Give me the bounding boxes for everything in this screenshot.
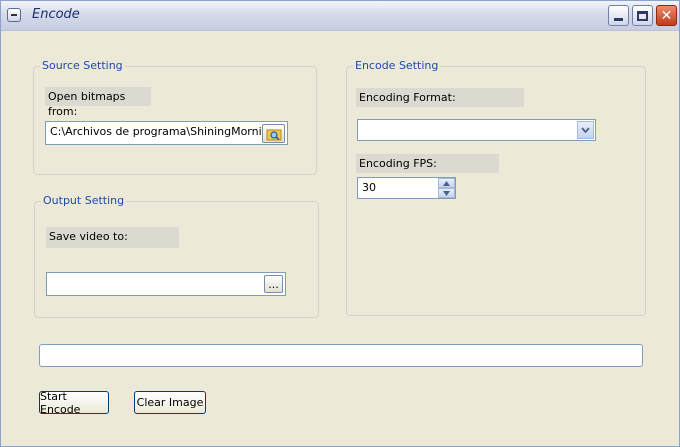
encoding-fps-label: Encoding FPS: [356,154,499,173]
app-icon[interactable] [7,8,21,22]
clear-image-button[interactable]: Clear Image [134,391,206,414]
maximize-icon [637,10,648,21]
folder-search-icon [266,129,281,140]
window-title: Encode [32,7,80,22]
encoding-fps-value: 30 [362,181,376,194]
encoding-format-dropdown-button[interactable] [577,121,594,139]
maximize-button[interactable] [632,5,653,26]
minimize-icon [614,18,623,21]
source-setting-legend: Source Setting [40,59,125,72]
browse-output-button[interactable]: ... [264,275,283,293]
output-setting-legend: Output Setting [41,194,127,207]
clear-image-label: Clear Image [136,396,204,409]
encode-window: Encode ✕ Source Setting Open bitmaps fro… [0,0,680,447]
fps-increment-button[interactable] [438,178,455,188]
encode-setting-legend: Encode Setting [353,59,441,72]
open-bitmaps-label: Open bitmaps from: [45,87,151,118]
output-setting-group: Output Setting [34,194,319,318]
encode-progress-bar [39,344,643,367]
start-encode-button[interactable]: Start Encode [39,389,109,416]
save-video-label: Save video to: [46,227,179,248]
encoding-format-label: Encoding Format: [356,88,524,107]
encoding-format-select[interactable] [357,119,596,141]
chevron-up-icon [443,180,450,186]
title-bar[interactable]: Encode ✕ [1,1,679,31]
close-button[interactable]: ✕ [656,5,677,26]
source-path-input[interactable]: C:\Archivos de programa\ShiningMorning' [45,121,288,145]
minimize-button[interactable] [608,5,629,26]
close-icon: ✕ [660,7,673,24]
chevron-down-small-icon [443,190,450,196]
browse-output-label: ... [268,277,279,291]
start-encode-label: Start Encode [40,389,81,416]
output-path-input[interactable] [46,272,286,296]
chevron-down-icon [581,127,590,133]
fps-decrement-button[interactable] [438,188,455,198]
source-path-value: C:\Archivos de programa\ShiningMorning' [50,125,279,138]
browse-source-button[interactable] [262,124,285,143]
